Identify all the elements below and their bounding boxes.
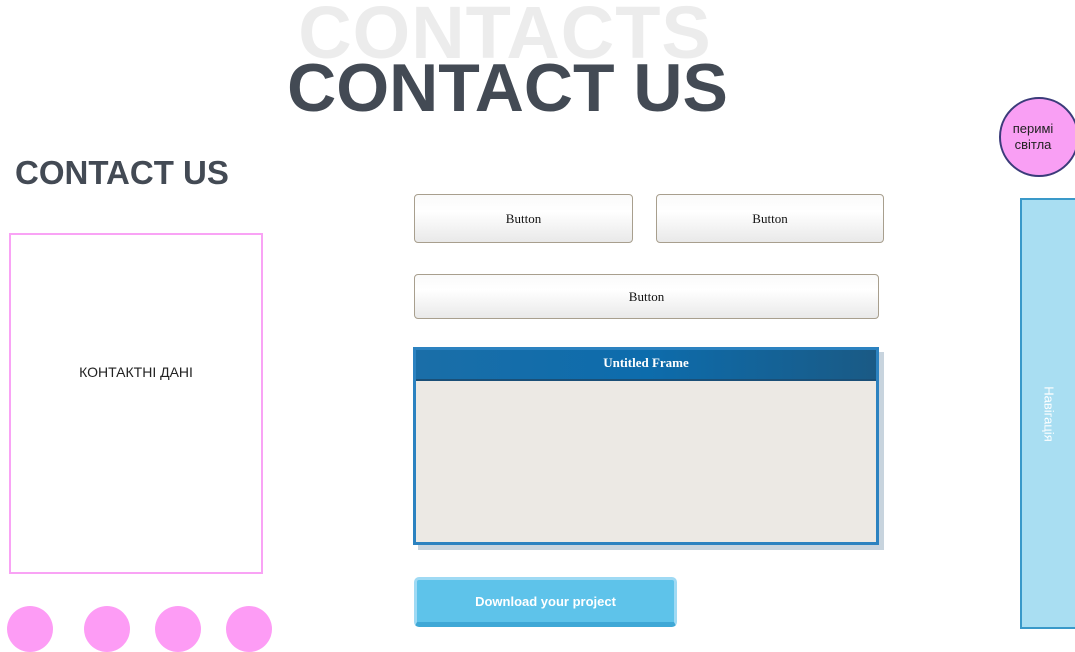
- contact-details-box: КОНТАКТНІ ДАНІ: [9, 233, 263, 574]
- button-1[interactable]: Button: [414, 194, 633, 243]
- page-title: CONTACT US: [287, 50, 728, 126]
- button-2-label: Button: [752, 210, 788, 226]
- button-3[interactable]: Button: [414, 274, 879, 319]
- frame-title: Untitled Frame: [416, 350, 876, 381]
- button-2[interactable]: Button: [656, 194, 884, 243]
- light-switch-button[interactable]: перимі світла: [999, 97, 1075, 177]
- light-switch-line-1: перимі: [1012, 120, 1054, 136]
- light-switch-line-2: світла: [1014, 137, 1052, 152]
- social-dot-3[interactable]: [155, 606, 201, 652]
- untitled-frame: Untitled Frame: [413, 347, 879, 545]
- contact-details-label: КОНТАКТНІ ДАНІ: [79, 363, 193, 380]
- section-title: CONTACT US: [15, 154, 229, 191]
- button-1-label: Button: [505, 210, 542, 226]
- social-dot-2[interactable]: [84, 606, 130, 652]
- social-dot-1[interactable]: [7, 606, 53, 652]
- navigation-label: Навігація: [1041, 385, 1057, 442]
- download-project-button[interactable]: Download your project: [414, 577, 677, 627]
- navigation-sidebar[interactable]: Навігація: [1020, 198, 1075, 629]
- download-project-label: Download your project: [475, 593, 616, 609]
- button-3-label: Button: [628, 288, 665, 304]
- social-dot-4[interactable]: [226, 606, 272, 652]
